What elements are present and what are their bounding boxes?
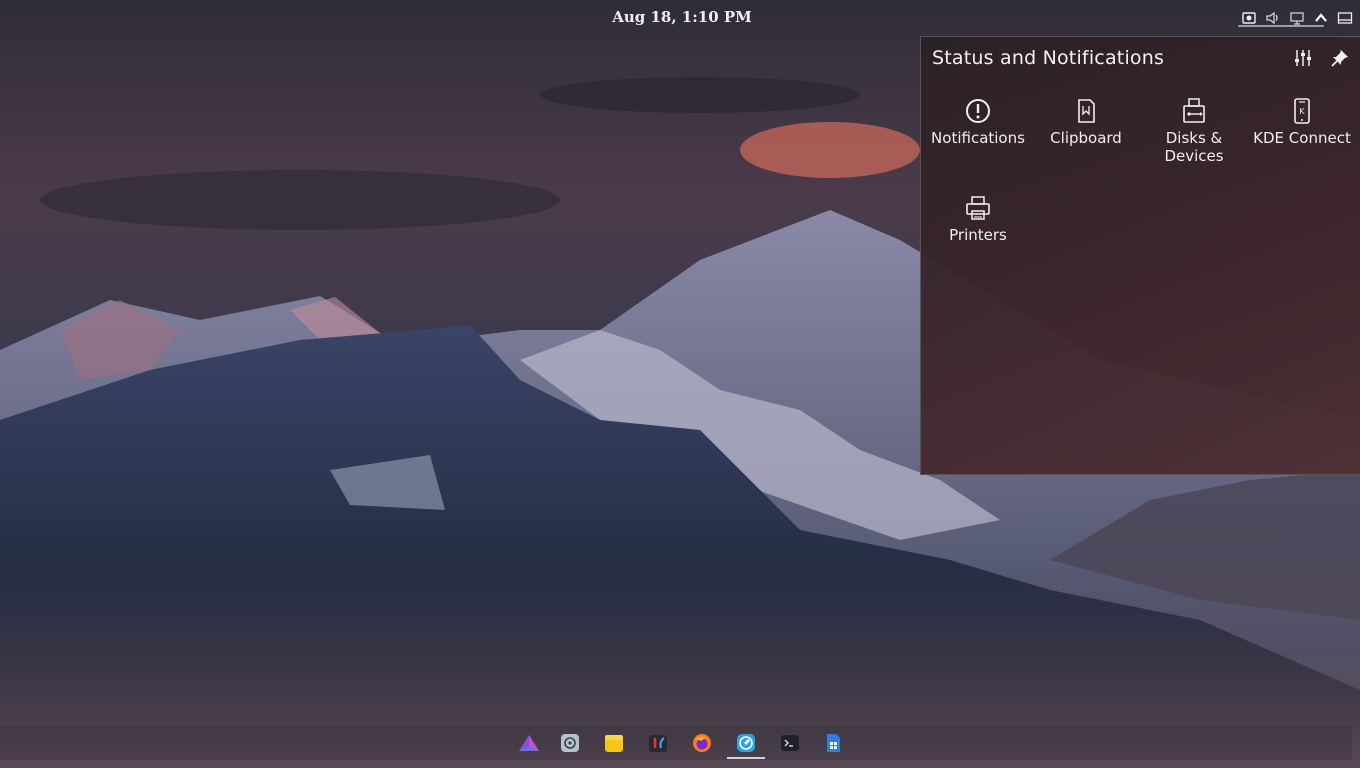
terminal-icon[interactable] xyxy=(778,731,802,755)
top-panel: Aug 18, 1:10 PM xyxy=(0,0,1360,36)
files-icon[interactable] xyxy=(602,731,626,755)
applet-notifications[interactable]: Notifications xyxy=(924,97,1032,147)
printer-icon xyxy=(964,194,992,222)
sliders-icon xyxy=(1295,50,1311,66)
document-icon[interactable] xyxy=(821,731,845,755)
configure-button[interactable] xyxy=(1292,47,1314,69)
notifications-icon xyxy=(964,97,992,125)
applet-label-line1: Disks & xyxy=(1165,129,1223,147)
applet-kde-connect[interactable]: K KDE Connect xyxy=(1248,97,1356,147)
applet-disks-devices[interactable]: Disks & Devices xyxy=(1140,97,1248,165)
dock xyxy=(0,726,1352,760)
popup-title: Status and Notifications xyxy=(932,47,1165,69)
browser-icon[interactable] xyxy=(734,731,758,755)
status-notifications-popup: Status and Notifications Notifications C… xyxy=(920,36,1360,475)
firefox-icon[interactable] xyxy=(690,731,714,755)
clipboard-icon xyxy=(1072,97,1100,125)
usb-drive-icon xyxy=(1180,97,1208,125)
paint-icon[interactable] xyxy=(646,731,670,755)
pin-button[interactable] xyxy=(1329,47,1351,69)
desktop: Aug 18, 1:10 PM Status and Notifications xyxy=(0,0,1360,768)
applet-label: Notifications xyxy=(931,129,1025,147)
settings-icon[interactable] xyxy=(558,731,582,755)
tray-active-indicator xyxy=(1238,25,1324,27)
svg-text:K: K xyxy=(1299,107,1305,116)
show-desktop-icon[interactable] xyxy=(1336,9,1354,27)
app-launcher-icon[interactable] xyxy=(517,731,541,755)
applet-label: Printers xyxy=(949,226,1007,244)
kde-connect-icon: K xyxy=(1288,97,1316,125)
applet-clipboard[interactable]: Clipboard xyxy=(1032,97,1140,147)
pin-icon xyxy=(1331,50,1348,67)
applet-printers[interactable]: Printers xyxy=(924,194,1032,244)
clock[interactable]: Aug 18, 1:10 PM xyxy=(560,8,804,26)
applet-label: KDE Connect xyxy=(1253,129,1351,147)
applet-label-line2: Devices xyxy=(1164,147,1224,165)
dock-active-indicator xyxy=(727,757,765,759)
applet-label: Clipboard xyxy=(1050,129,1122,147)
